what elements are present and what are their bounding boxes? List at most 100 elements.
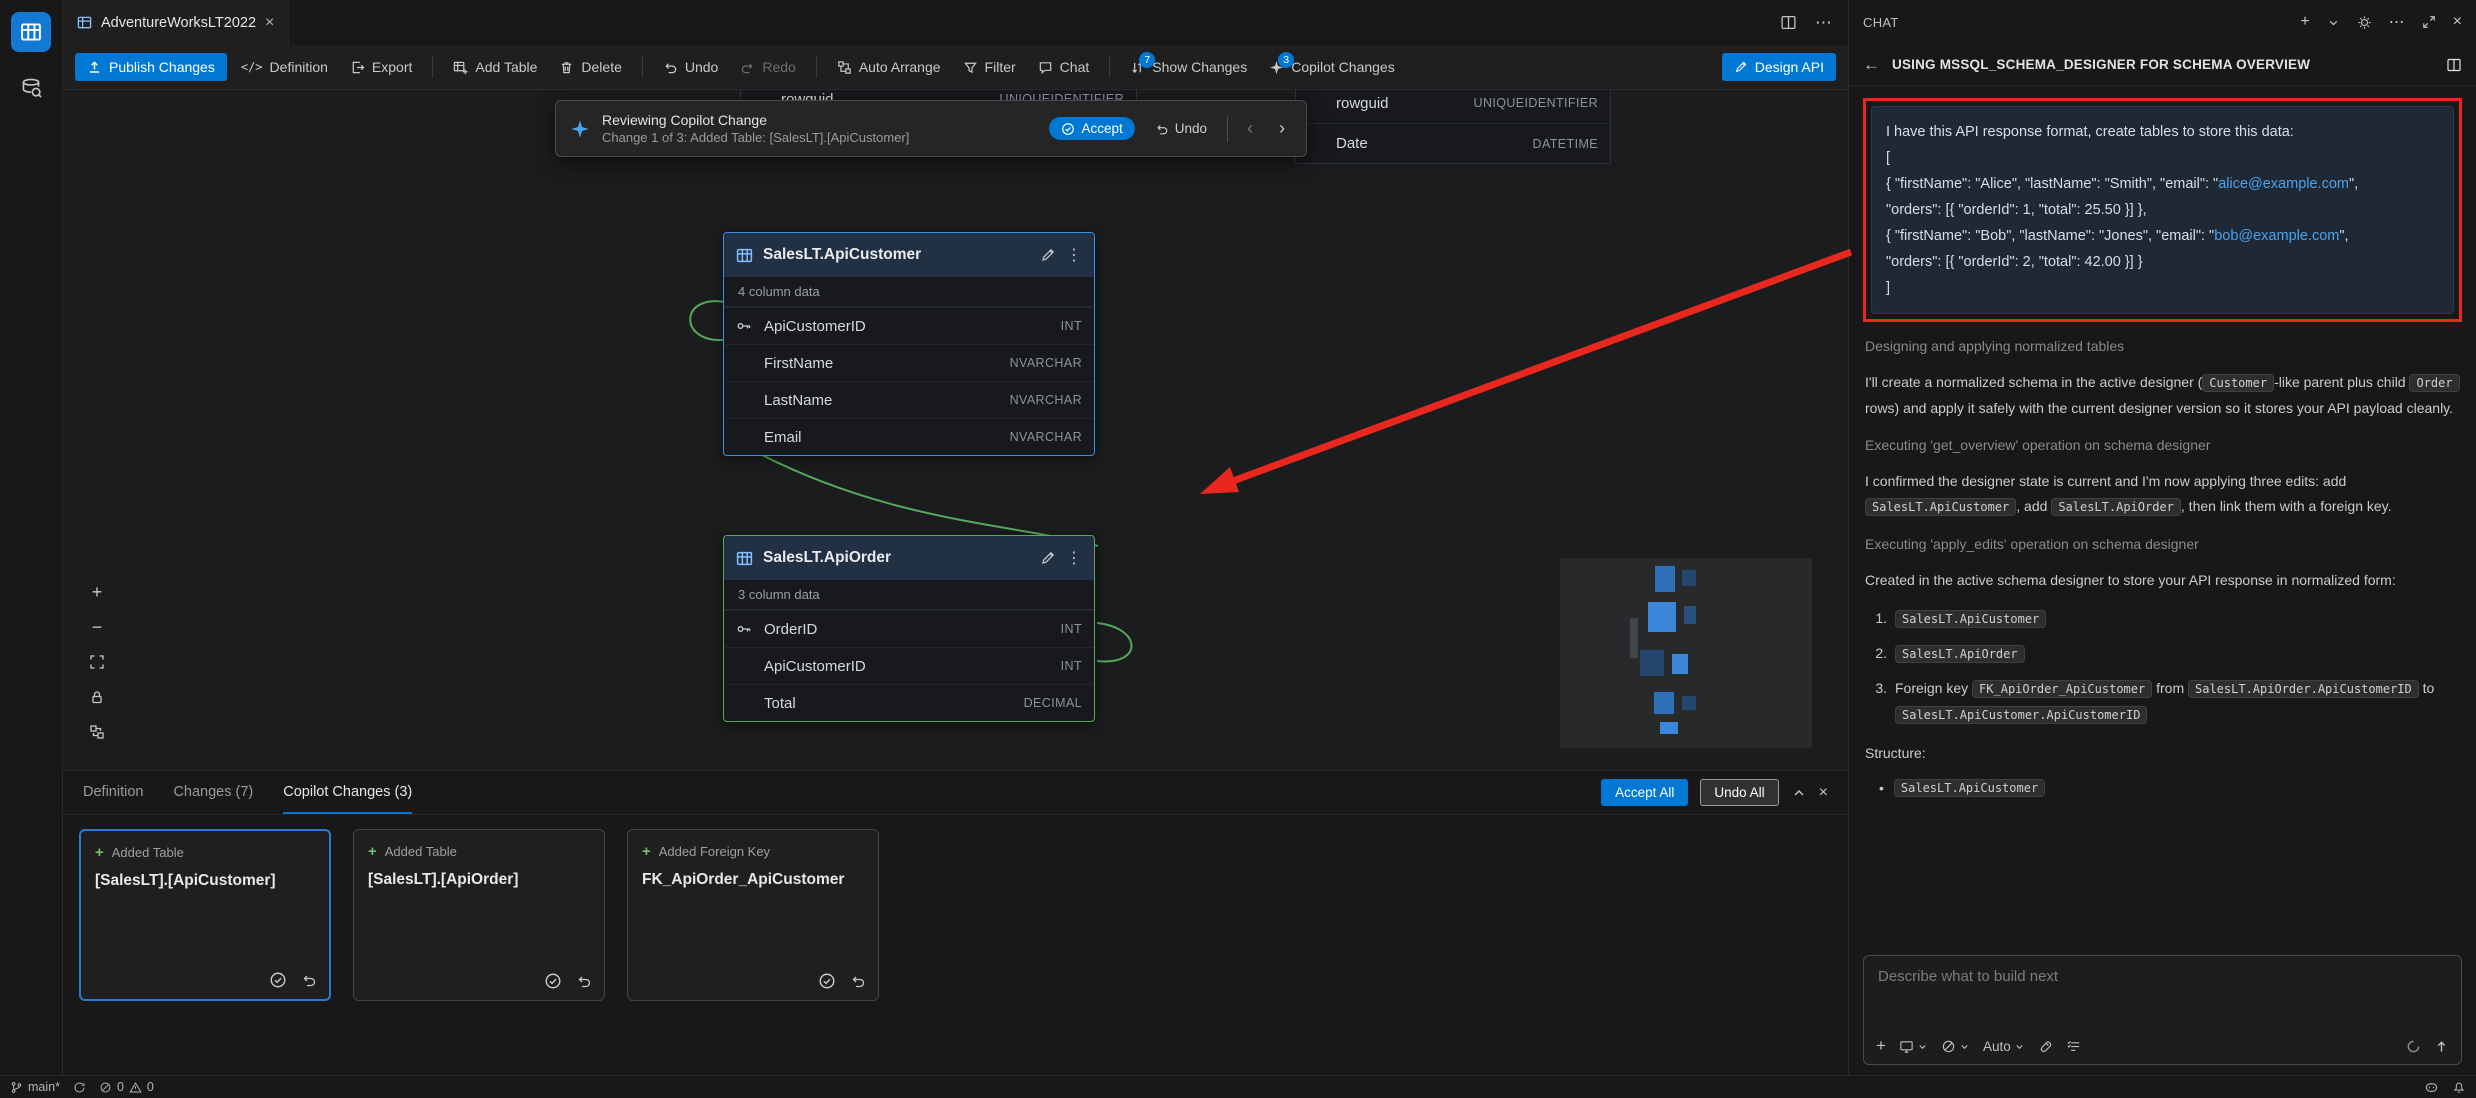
split-editor-icon[interactable] (1780, 14, 1797, 31)
copilot-status-icon[interactable] (2424, 1080, 2439, 1095)
table-node-apicustomer[interactable]: SalesLT.ApiCustomer ⋮ 4 column data ApiC… (723, 232, 1095, 456)
filter-button[interactable]: Filter (955, 54, 1024, 80)
undo-change-icon[interactable] (301, 971, 317, 989)
undo-change-icon[interactable] (850, 972, 866, 990)
chat-bubble-icon (1038, 60, 1053, 75)
undo-change-icon[interactable] (576, 972, 592, 990)
column-row[interactable]: Email NVARCHAR (724, 418, 1094, 455)
visibility-dropdown[interactable] (1941, 1039, 1970, 1054)
accept-change-icon[interactable] (544, 972, 562, 990)
undo-button[interactable]: Undo (655, 54, 726, 80)
tools-icon[interactable] (2038, 1039, 2053, 1054)
auto-layout-button[interactable] (85, 720, 109, 744)
table-header[interactable]: SalesLT.ApiCustomer ⋮ (724, 233, 1094, 277)
chevron-down-icon (1959, 1041, 1970, 1052)
column-row[interactable]: OrderID INT (724, 610, 1094, 647)
design-api-button[interactable]: Design API (1722, 53, 1836, 81)
checklist-icon[interactable] (2066, 1039, 2081, 1054)
column-type: DECIMAL (1024, 696, 1082, 710)
column-row[interactable]: ApiCustomerID INT (724, 307, 1094, 344)
redo-icon (740, 60, 755, 75)
table-menu-icon[interactable]: ⋮ (1066, 245, 1082, 265)
accept-all-button[interactable]: Accept All (1601, 779, 1688, 806)
table-fragment-right[interactable]: rowguid UNIQUEIDENTIFIER Date DATETIME (1295, 90, 1611, 164)
sync-button[interactable] (73, 1081, 86, 1094)
fit-view-button[interactable] (85, 650, 109, 674)
copilot-changes-label: Copilot Changes (1291, 59, 1395, 75)
delete-button[interactable]: Delete (551, 54, 629, 80)
warnings-icon (129, 1081, 142, 1094)
database-explorer-activity-button[interactable] (11, 68, 51, 108)
edit-table-icon[interactable] (1040, 247, 1056, 263)
tab-close-icon[interactable]: × (265, 15, 274, 31)
next-change-icon[interactable]: › (1272, 118, 1292, 139)
add-context-icon[interactable]: + (1876, 1036, 1886, 1056)
accept-change-icon[interactable] (818, 972, 836, 990)
change-card-apiorder[interactable]: + Added Table [SalesLT].[ApiOrder] (353, 829, 605, 1001)
more-actions-icon[interactable]: ⋯ (1815, 13, 1832, 33)
change-card-apicustomer[interactable]: + Added Table [SalesLT].[ApiCustomer] (79, 829, 331, 1001)
undo-icon (1155, 122, 1169, 136)
chat-button[interactable]: Chat (1030, 54, 1098, 80)
column-row[interactable]: ApiCustomerID INT (724, 647, 1094, 684)
model-dropdown[interactable]: Auto (1983, 1039, 2025, 1054)
tab-definition[interactable]: Definition (83, 771, 143, 814)
schema-designer-activity-button[interactable] (11, 12, 51, 52)
show-changes-button[interactable]: 7 Show Changes (1122, 54, 1255, 80)
column-row[interactable]: Total DECIMAL (724, 684, 1094, 721)
inline-code: FK_ApiOrder_ApiCustomer (1972, 680, 2152, 698)
table-header[interactable]: SalesLT.ApiOrder ⋮ (724, 536, 1094, 580)
chat-input-field[interactable] (1878, 968, 2447, 985)
change-card-foreignkey[interactable]: + Added Foreign Key FK_ApiOrder_ApiCusto… (627, 829, 879, 1001)
back-arrow-icon[interactable]: ← (1863, 55, 1880, 75)
git-branch-item[interactable]: main* (10, 1080, 60, 1094)
email-link[interactable]: bob@example.com (2214, 228, 2339, 244)
table-menu-icon[interactable]: ⋮ (1066, 548, 1082, 568)
show-changes-badge: 7 (1139, 52, 1155, 68)
previous-change-icon[interactable]: ‹ (1240, 118, 1260, 139)
schema-canvas[interactable]: rowguid UNIQUEIDENTIFIER rowguid UNIQUEI… (63, 90, 1848, 770)
zoom-in-button[interactable]: + (85, 580, 109, 604)
new-chat-icon[interactable]: + (2300, 13, 2309, 31)
editor-tab-adventureworks[interactable]: AdventureWorksLT2022 × (63, 0, 289, 45)
add-table-button[interactable]: Add Table (445, 54, 545, 80)
database-search-icon (20, 77, 42, 99)
context-dropdown[interactable] (1899, 1039, 1928, 1054)
edit-table-icon[interactable] (1040, 550, 1056, 566)
expand-panel-icon[interactable] (2422, 15, 2436, 29)
auto-arrange-button[interactable]: Auto Arrange (829, 54, 949, 80)
chevron-down-icon[interactable] (2327, 16, 2340, 29)
zoom-out-button[interactable]: − (85, 615, 109, 639)
column-row[interactable]: LastName NVARCHAR (724, 381, 1094, 418)
toolbar-separator (816, 56, 817, 78)
close-panel-icon[interactable]: × (2453, 13, 2462, 31)
undo-all-button[interactable]: Undo All (1700, 779, 1778, 806)
export-button[interactable]: Export (342, 54, 420, 80)
chat-input-box[interactable]: + (1863, 955, 2462, 1065)
lock-view-button[interactable] (85, 685, 109, 709)
tab-changes[interactable]: Changes (7) (173, 771, 253, 814)
chat-input-toolbar: + (1876, 1036, 2449, 1056)
send-icon[interactable] (2434, 1039, 2449, 1054)
more-actions-icon[interactable]: ⋯ (2389, 12, 2405, 32)
redo-button[interactable]: Redo (732, 54, 803, 80)
problems-item[interactable]: 0 0 (99, 1080, 154, 1094)
close-panel-icon[interactable]: × (1819, 784, 1828, 802)
publish-changes-button[interactable]: Publish Changes (75, 53, 227, 81)
table-node-apiorder[interactable]: SalesLT.ApiOrder ⋮ 3 column data OrderID… (723, 535, 1095, 722)
minimap[interactable] (1560, 558, 1812, 748)
collapse-panel-icon[interactable] (1791, 785, 1807, 801)
copilot-changes-button[interactable]: 3 Copilot Changes (1261, 54, 1403, 80)
undo-change-button[interactable]: Undo (1147, 117, 1215, 140)
accept-change-button[interactable]: Accept (1049, 117, 1134, 140)
column-row[interactable]: FirstName NVARCHAR (724, 344, 1094, 381)
email-link[interactable]: alice@example.com (2218, 176, 2349, 192)
tab-copilot-changes[interactable]: Copilot Changes (3) (283, 771, 412, 814)
open-in-editor-icon[interactable] (2446, 57, 2462, 73)
notifications-bell-icon[interactable] (2452, 1080, 2466, 1094)
accept-change-icon[interactable] (269, 971, 287, 989)
definition-button[interactable]: </> Definition (233, 54, 336, 80)
gear-icon[interactable] (2357, 15, 2372, 30)
column-type: NVARCHAR (1010, 430, 1082, 444)
user-message-line: ] (1886, 275, 2439, 301)
